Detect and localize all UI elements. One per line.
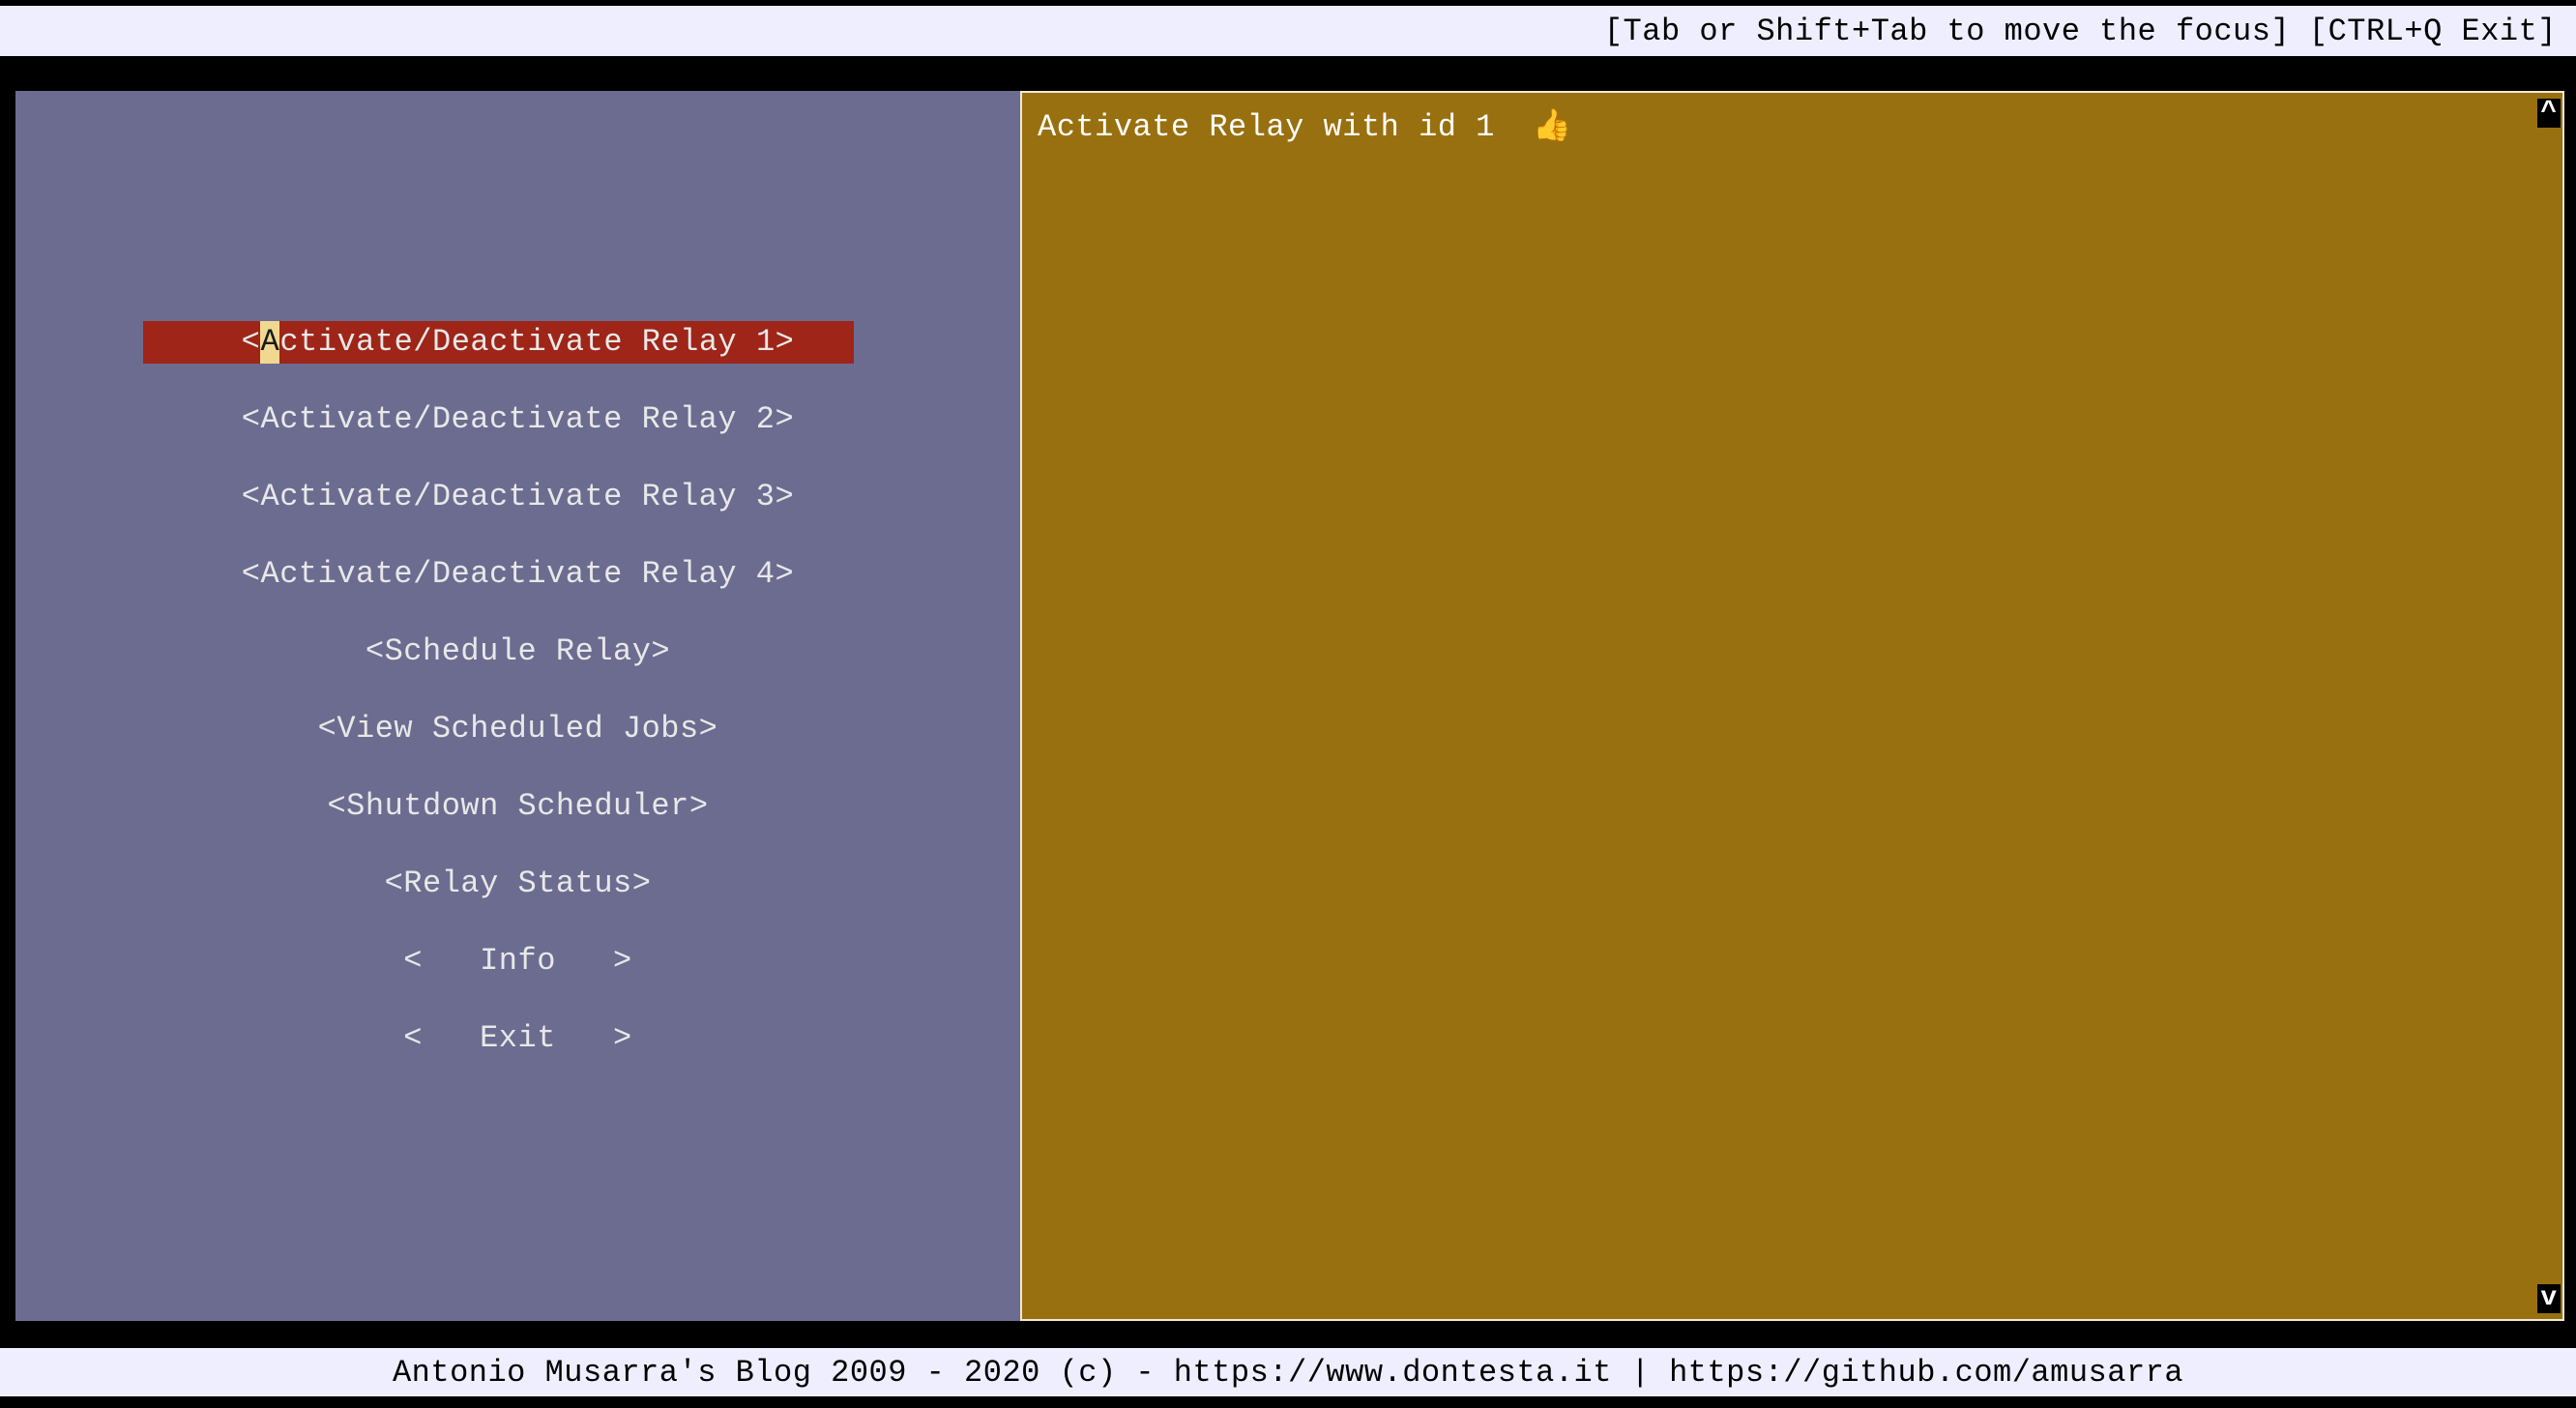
menu-item-label: <Shutdown Scheduler> <box>327 788 708 824</box>
menu-item-3[interactable]: <Activate/Deactivate Relay 4> <box>15 553 1020 596</box>
menu-item-0[interactable]: <Activate/Deactivate Relay 1> <box>15 321 1020 364</box>
output-pane: Activate Relay with id 1 👍 ^ v <box>1020 91 2564 1321</box>
menu-item-8[interactable]: < Info > <box>15 940 1020 983</box>
menu-item-5[interactable]: <View Scheduled Jobs> <box>15 708 1020 750</box>
footer-bar: Antonio Musarra's Blog 2009 - 2020 (c) -… <box>0 1348 2576 1396</box>
menu-item-label: <Activate/Deactivate Relay 3> <box>242 479 794 514</box>
menu-item-7[interactable]: <Relay Status> <box>15 863 1020 905</box>
menu-item-1[interactable]: <Activate/Deactivate Relay 2> <box>15 398 1020 441</box>
menu-item-6[interactable]: <Shutdown Scheduler> <box>15 785 1020 828</box>
menu-item-9[interactable]: < Exit > <box>15 1017 1020 1060</box>
scroll-down-arrow[interactable]: v <box>2537 1284 2561 1313</box>
scroll-up-arrow[interactable]: ^ <box>2537 99 2561 128</box>
menu-item-label: <Activate/Deactivate Relay 1> <box>242 324 795 360</box>
output-text: Activate Relay with id 1 👍 <box>1022 93 2562 159</box>
menu-item-4[interactable]: <Schedule Relay> <box>15 631 1020 673</box>
main-area: <Activate/Deactivate Relay 1> <Activate/D… <box>15 91 2564 1321</box>
menu-pane: <Activate/Deactivate Relay 1> <Activate/D… <box>15 91 1020 1321</box>
menu-item-label: <Activate/Deactivate Relay 2> <box>242 401 794 437</box>
top-hint-bar: [Tab or Shift+Tab to move the focus] [CT… <box>0 6 2576 56</box>
menu-hotkey: A <box>260 321 279 364</box>
menu-list: <Activate/Deactivate Relay 1> <Activate/D… <box>15 321 1020 1095</box>
menu-item-label: <Relay Status> <box>385 865 652 901</box>
menu-item-label: < Exit > <box>403 1020 631 1056</box>
menu-item-2[interactable]: <Activate/Deactivate Relay 3> <box>15 476 1020 518</box>
menu-item-label: <View Scheduled Jobs> <box>318 711 718 747</box>
menu-item-label: < Info > <box>403 943 631 979</box>
menu-item-label: <Activate/Deactivate Relay 4> <box>242 556 794 592</box>
footer-text: Antonio Musarra's Blog 2009 - 2020 (c) -… <box>393 1355 2183 1391</box>
keyboard-hint: [Tab or Shift+Tab to move the focus] [CT… <box>1604 14 2557 49</box>
menu-item-label: <Schedule Relay> <box>366 633 670 669</box>
